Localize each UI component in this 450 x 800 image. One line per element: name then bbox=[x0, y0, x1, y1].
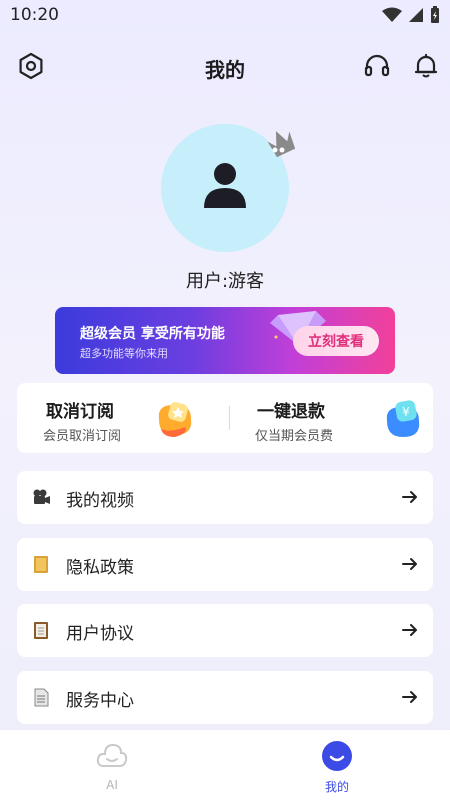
menu-item-user-agreement[interactable]: 用户协议 bbox=[17, 604, 433, 657]
nav-label: AI bbox=[106, 778, 118, 792]
yen-badge-icon: ¥ bbox=[386, 400, 420, 437]
menu-label: 我的视频 bbox=[66, 491, 134, 511]
action-subtitle: 会员取消订阅 bbox=[43, 429, 122, 444]
folder-icon bbox=[34, 556, 48, 573]
vip-banner[interactable]: 超级会员 享受所有功能 超多功能等你来用 立刻查看 bbox=[55, 307, 395, 374]
action-title: 一键退款 bbox=[257, 402, 325, 422]
clipboard-icon bbox=[34, 622, 48, 639]
arrow-right-icon bbox=[402, 558, 417, 570]
support-button[interactable] bbox=[361, 50, 393, 82]
action-card: 取消订阅 会员取消订阅 一键退款 仅当期会员费 ¥ bbox=[17, 383, 433, 453]
signal-icon bbox=[409, 8, 423, 22]
tab-ai[interactable]: AI bbox=[72, 736, 152, 796]
action-title: 取消订阅 bbox=[46, 402, 114, 422]
menu-item-my-videos[interactable]: 我的视频 bbox=[17, 471, 433, 524]
refund-action[interactable]: 一键退款 仅当期会员费 ¥ bbox=[231, 383, 431, 453]
headset-icon bbox=[364, 54, 390, 77]
status-icons bbox=[382, 6, 440, 24]
mine-smile-icon bbox=[322, 741, 352, 771]
notification-button[interactable] bbox=[410, 50, 442, 82]
arrow-right-icon bbox=[402, 691, 417, 703]
menu-item-privacy-policy[interactable]: 隐私政策 bbox=[17, 538, 433, 591]
menu-label: 隐私政策 bbox=[66, 558, 134, 578]
menu-label: 用户协议 bbox=[66, 624, 134, 644]
username: 用户:游客 bbox=[185, 271, 265, 292]
ai-cloud-icon bbox=[96, 743, 128, 767]
user-icon bbox=[204, 163, 246, 208]
arrow-right-icon bbox=[402, 491, 417, 503]
document-icon bbox=[34, 688, 49, 707]
menu-label: 服务中心 bbox=[66, 691, 134, 711]
wifi-icon bbox=[382, 7, 402, 22]
vip-title: 超级会员 享受所有功能 bbox=[80, 326, 225, 342]
status-bar: 10:20 bbox=[0, 0, 450, 32]
vip-view-button[interactable]: 立刻查看 bbox=[293, 326, 379, 356]
crown-icon bbox=[267, 131, 296, 158]
arrow-right-icon bbox=[402, 624, 417, 636]
menu-item-service-center[interactable]: 服务中心 bbox=[17, 671, 433, 724]
nav-label: 我的 bbox=[324, 780, 349, 794]
header: 我的 bbox=[0, 44, 450, 88]
battery-icon bbox=[431, 6, 439, 23]
status-time: 10:20 bbox=[10, 5, 59, 25]
tab-mine[interactable]: 我的 bbox=[297, 736, 377, 796]
action-subtitle: 仅当期会员费 bbox=[255, 429, 334, 444]
cancel-subscription-action[interactable]: 取消订阅 会员取消订阅 bbox=[17, 383, 217, 453]
svg-text:¥: ¥ bbox=[402, 405, 410, 419]
bell-icon bbox=[414, 53, 438, 78]
vip-subtitle: 超多功能等你来用 bbox=[80, 347, 168, 360]
video-camera-icon bbox=[33, 489, 50, 504]
star-badge-icon bbox=[158, 402, 192, 437]
bottom-nav: AI 我的 bbox=[0, 730, 450, 800]
divider bbox=[229, 406, 230, 430]
